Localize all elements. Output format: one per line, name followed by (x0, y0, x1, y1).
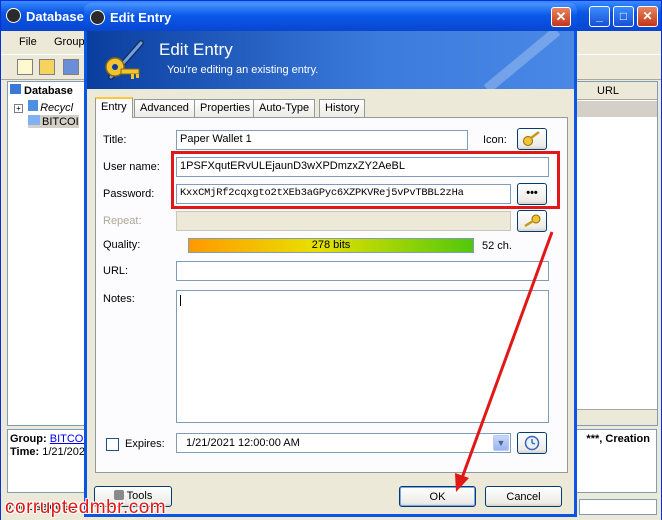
annotation-arrow (455, 231, 554, 492)
watermark-text: corruptedmbr.com (5, 497, 167, 518)
tab-entry[interactable]: Entry (95, 97, 133, 118)
screen: Database. _ □ ✕ File Group Database + Re… (0, 0, 662, 520)
